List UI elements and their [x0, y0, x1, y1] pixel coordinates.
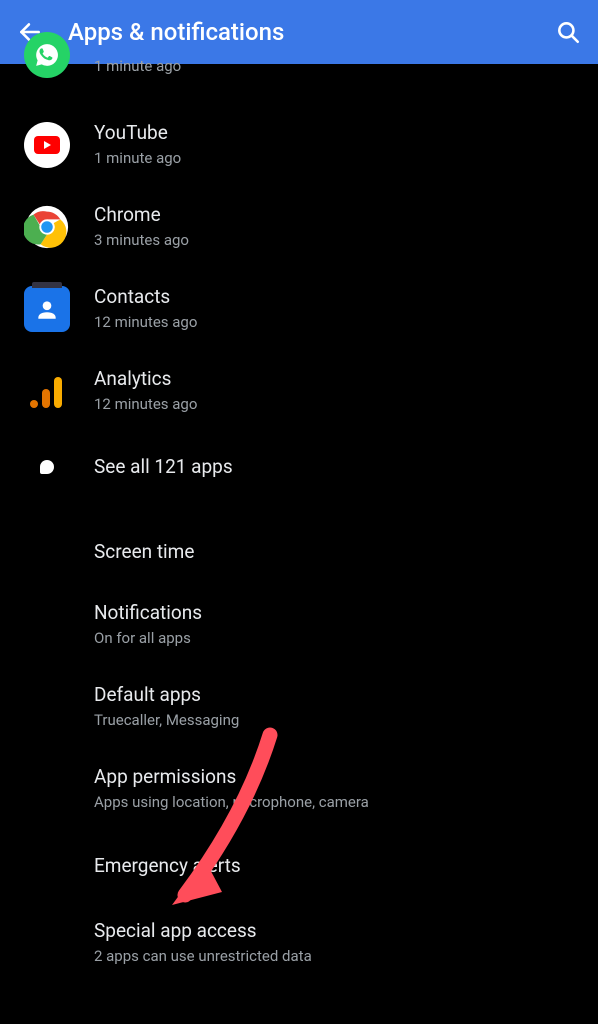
setting-app-permissions[interactable]: App permissions Apps using location, mic…: [0, 748, 598, 830]
app-subtitle: 3 minutes ago: [94, 231, 598, 251]
setting-title: Emergency alerts: [94, 854, 598, 879]
setting-subtitle: Truecaller, Messaging: [94, 711, 598, 731]
app-title: YouTube: [94, 121, 598, 146]
whatsapp-icon: [24, 32, 70, 78]
setting-title: Special app access: [94, 919, 598, 944]
setting-subtitle: Apps using location, microphone, camera: [94, 793, 598, 813]
app-row-youtube[interactable]: YouTube 1 minute ago: [0, 104, 598, 186]
setting-title: App permissions: [94, 765, 598, 790]
youtube-icon: [24, 122, 70, 168]
see-all-apps[interactable]: See all 121 apps: [0, 432, 598, 502]
see-all-label: See all 121 apps: [94, 455, 598, 480]
content-scroll[interactable]: 1 minute ago YouTube 1 minute ago Chrome…: [0, 54, 598, 984]
app-title: Contacts: [94, 285, 598, 310]
chrome-icon: [24, 204, 70, 250]
setting-subtitle: On for all apps: [94, 629, 598, 649]
search-icon[interactable]: [554, 18, 582, 46]
setting-screen-time[interactable]: Screen time: [0, 520, 598, 584]
setting-title: Notifications: [94, 601, 598, 626]
app-row-chrome[interactable]: Chrome 3 minutes ago: [0, 186, 598, 268]
app-subtitle: 1 minute ago: [94, 149, 598, 169]
page-title: Apps & notifications: [68, 18, 530, 46]
app-title: Analytics: [94, 367, 598, 392]
setting-emergency-alerts[interactable]: Emergency alerts: [0, 830, 598, 902]
speech-bubble-icon: [40, 460, 54, 474]
app-subtitle: 1 minute ago: [94, 57, 598, 77]
app-subtitle: 12 minutes ago: [94, 313, 598, 333]
app-row-contacts[interactable]: Contacts 12 minutes ago: [0, 268, 598, 350]
setting-title: Screen time: [94, 540, 598, 565]
setting-title: Default apps: [94, 683, 598, 708]
app-row-whatsapp[interactable]: 1 minute ago: [0, 54, 598, 104]
setting-notifications[interactable]: Notifications On for all apps: [0, 584, 598, 666]
setting-default-apps[interactable]: Default apps Truecaller, Messaging: [0, 666, 598, 748]
analytics-icon: [24, 368, 70, 414]
setting-special-app-access[interactable]: Special app access 2 apps can use unrest…: [0, 902, 598, 984]
contacts-icon: [24, 286, 70, 332]
setting-subtitle: 2 apps can use unrestricted data: [94, 947, 598, 967]
app-title: Chrome: [94, 203, 598, 228]
app-subtitle: 12 minutes ago: [94, 395, 598, 415]
app-row-analytics[interactable]: Analytics 12 minutes ago: [0, 350, 598, 432]
